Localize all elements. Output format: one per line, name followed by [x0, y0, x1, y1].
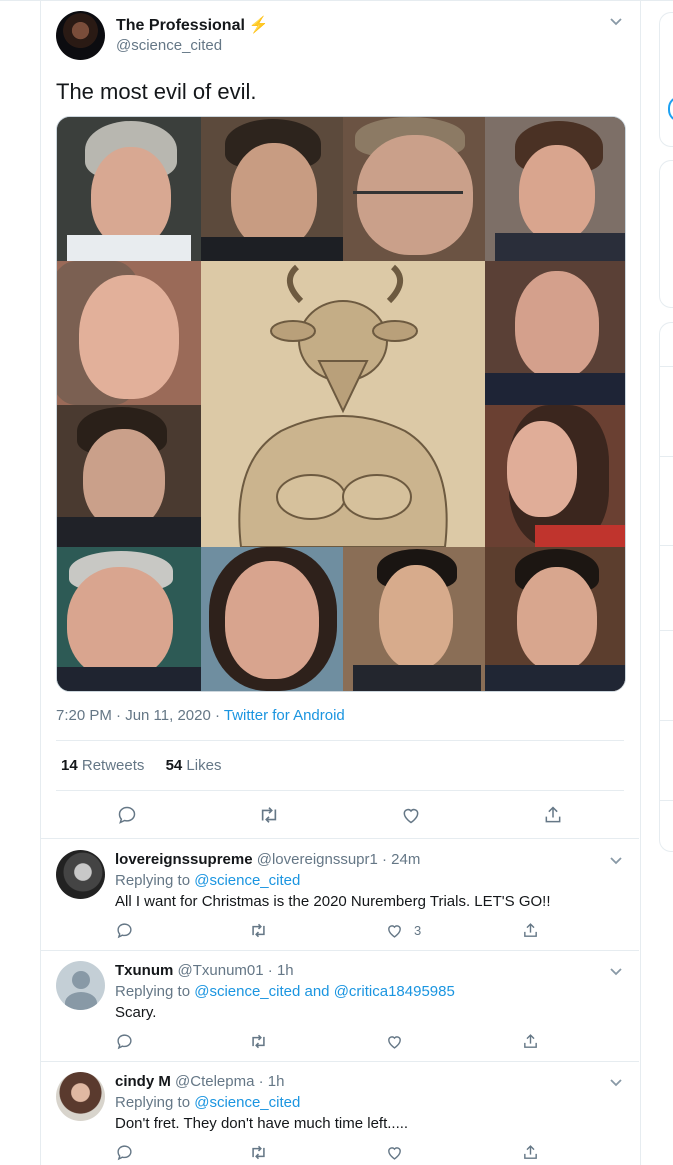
reply-author-handle[interactable]: @Txunum01 · 1h — [178, 962, 294, 979]
collage-portrait — [485, 547, 625, 691]
reply-author-handle[interactable]: @lovereignssupr1 · 24m — [257, 851, 421, 868]
heart-icon[interactable] — [398, 805, 424, 829]
reply-header: Txunum @Txunum01 · 1h — [115, 962, 294, 979]
retweet-icon[interactable] — [256, 805, 282, 829]
reply-text: All I want for Christmas is the 2020 Nur… — [115, 893, 551, 910]
tweet-timestamp[interactable]: 7:20 PM · Jun 11, 2020 — [56, 707, 211, 724]
chevron-down-icon[interactable] — [609, 16, 623, 30]
reply-like-count: 3 — [414, 923, 422, 938]
divider — [56, 740, 624, 741]
collage-portrait — [201, 547, 343, 691]
share-icon[interactable] — [522, 922, 539, 943]
collage-portrait — [57, 405, 201, 547]
tweet-meta: 7:20 PM · Jun 11, 2020 · Twitter for And… — [56, 707, 345, 724]
collage-portrait — [343, 547, 485, 691]
replying-to-link[interactable]: @science_cited and @critica18495985 — [194, 983, 455, 1000]
reply-avatar[interactable] — [56, 1072, 105, 1121]
retweets-stat[interactable]: 14 Retweets — [61, 757, 144, 774]
sidebar-search-card — [659, 12, 673, 147]
divider — [660, 456, 673, 457]
share-icon[interactable] — [540, 805, 566, 829]
sidebar-trends-card — [659, 160, 673, 308]
collage-portrait — [57, 117, 201, 261]
reply-author-name[interactable]: Txunum — [115, 962, 173, 979]
divider — [660, 630, 673, 631]
replying-to-link[interactable]: @science_cited — [194, 1094, 300, 1111]
reply-avatar[interactable] — [56, 961, 105, 1010]
replying-label: Replying to — [115, 983, 191, 1000]
reply-icon[interactable] — [114, 805, 140, 829]
replying-label: Replying to — [115, 872, 191, 889]
likes-stat[interactable]: 54 Likes — [166, 757, 222, 774]
collage-portrait — [343, 117, 485, 261]
author-avatar[interactable] — [56, 11, 105, 60]
heart-icon[interactable] — [386, 922, 403, 943]
chevron-down-icon[interactable] — [609, 966, 623, 980]
chevron-down-icon[interactable] — [609, 855, 623, 869]
divider — [41, 950, 639, 951]
reply-header: cindy M @Ctelepma · 1h — [115, 1073, 284, 1090]
heart-icon[interactable] — [386, 1144, 403, 1165]
author-handle[interactable]: @science_cited — [116, 37, 222, 54]
collage-portrait — [485, 117, 625, 261]
reply-text: Scary. — [115, 1004, 157, 1021]
collage-center-illustration — [201, 261, 485, 548]
collage-portrait — [201, 117, 343, 261]
divider — [660, 800, 673, 801]
reply-text: Don't fret. They don't have much time le… — [115, 1115, 409, 1132]
collage-portrait — [57, 547, 201, 691]
author-name[interactable]: The Professional ⚡ — [116, 15, 269, 35]
heart-icon[interactable] — [386, 1033, 403, 1054]
retweets-label: Retweets — [81, 757, 145, 774]
retweets-count: 14 — [61, 757, 78, 774]
lightning-badge-icon: ⚡ — [248, 17, 269, 34]
likes-label: Likes — [186, 757, 222, 774]
tweet-stats: 14 Retweets 54 Likes — [61, 757, 221, 774]
retweet-icon[interactable] — [249, 922, 268, 943]
tweet-source-link[interactable]: Twitter for Android — [224, 707, 345, 724]
replying-to: Replying to @science_cited and @critica1… — [115, 983, 455, 1000]
divider — [660, 720, 673, 721]
reply-icon[interactable] — [116, 1033, 133, 1054]
meta-separator: · — [210, 707, 224, 724]
right-sidebar — [659, 0, 673, 1165]
divider — [41, 838, 639, 839]
reply-icon[interactable] — [116, 1144, 133, 1165]
tweet-image[interactable] — [56, 116, 626, 692]
chevron-down-icon[interactable] — [609, 1077, 623, 1091]
replying-to: Replying to @science_cited — [115, 872, 300, 889]
reply-header: lovereignssupreme @lovereignssupr1 · 24m — [115, 851, 420, 868]
reply-author-handle[interactable]: @Ctelepma · 1h — [175, 1073, 284, 1090]
reply-avatar[interactable] — [56, 850, 105, 899]
replying-to: Replying to @science_cited — [115, 1094, 300, 1111]
collage-portrait — [485, 405, 625, 547]
share-icon[interactable] — [522, 1144, 539, 1165]
collage-portrait — [57, 261, 201, 405]
retweet-icon[interactable] — [249, 1144, 268, 1165]
tweet-text: The most evil of evil. — [56, 79, 257, 104]
reply-icon[interactable] — [116, 922, 133, 943]
replying-label: Replying to — [115, 1094, 191, 1111]
divider — [41, 1061, 639, 1062]
collage-portrait — [485, 261, 625, 405]
replying-to-link[interactable]: @science_cited — [194, 872, 300, 889]
reply-author-name[interactable]: cindy M — [115, 1073, 171, 1090]
divider — [660, 366, 673, 367]
divider — [56, 790, 624, 791]
retweet-icon[interactable] — [249, 1033, 268, 1054]
likes-count: 54 — [165, 757, 183, 774]
author-name-text[interactable]: The Professional — [116, 17, 245, 34]
share-icon[interactable] — [522, 1033, 539, 1054]
divider — [660, 545, 673, 546]
reply-author-name[interactable]: lovereignssupreme — [115, 851, 253, 868]
sidebar-who-to-follow-card — [659, 322, 673, 852]
